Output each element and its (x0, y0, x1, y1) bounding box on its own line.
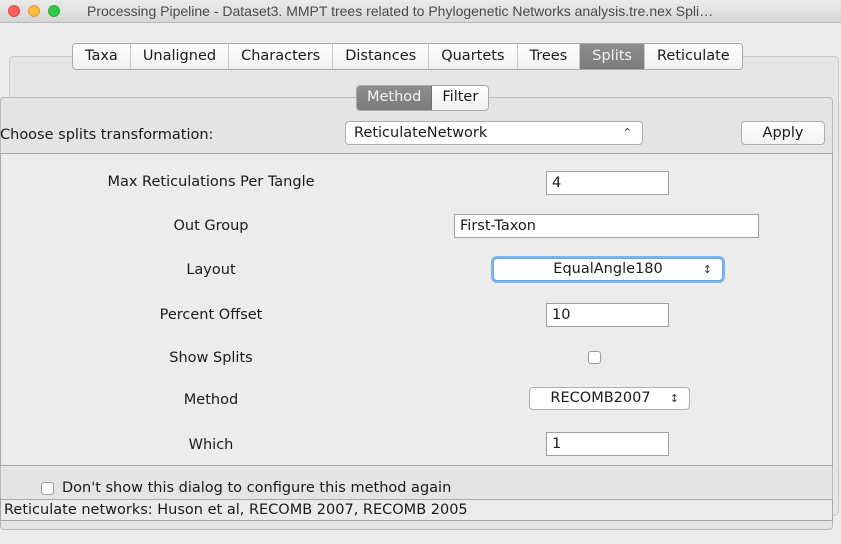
tab-filter[interactable]: Filter (432, 86, 489, 110)
transformation-select[interactable]: ReticulateNetwork ⌃ (345, 121, 643, 145)
title-bar: Processing Pipeline - Dataset3. MMPT tre… (0, 0, 841, 23)
tab-unaligned[interactable]: Unaligned (130, 44, 230, 69)
which-field[interactable]: 1 (546, 432, 669, 456)
tab-splits[interactable]: Splits (580, 44, 645, 69)
updown-arrows-icon: ⌃ (622, 126, 632, 139)
max-reticulations-field[interactable]: 4 (546, 171, 669, 195)
parameters-panel: Max Reticulations Per Tangle 4 Out Group… (0, 153, 833, 466)
method-label: Method (183, 392, 239, 408)
close-window-button[interactable] (8, 5, 20, 17)
show-splits-label: Show Splits (169, 350, 253, 366)
apply-button[interactable]: Apply (741, 121, 825, 145)
minimize-window-button[interactable] (28, 5, 40, 17)
method-description: Reticulate networks: Huson et al, RECOMB… (0, 499, 833, 521)
layout-select[interactable]: EqualAngle180 ↕ (493, 258, 723, 281)
tab-quartets[interactable]: Quartets (429, 44, 518, 69)
layout-label: Layout (186, 262, 236, 278)
method-select-value: RECOMB2007 (550, 390, 651, 406)
tab-reticulate[interactable]: Reticulate (644, 44, 742, 69)
tab-trees[interactable]: Trees (517, 44, 581, 69)
updown-arrows-icon: ↕ (702, 263, 712, 276)
which-label: Which (188, 437, 234, 453)
tab-characters[interactable]: Characters (229, 44, 334, 69)
tab-taxa[interactable]: Taxa (73, 44, 131, 69)
window-title: Processing Pipeline - Dataset3. MMPT tre… (87, 3, 714, 19)
transformation-label: Choose splits transformation: (0, 127, 214, 143)
zoom-window-button[interactable] (48, 5, 60, 17)
method-select[interactable]: RECOMB2007 ↕ (529, 387, 690, 410)
percent-offset-field[interactable]: 10 (546, 303, 669, 327)
updown-arrows-icon: ↕ (669, 392, 679, 405)
main-tab-bar: Taxa Unaligned Characters Distances Quar… (72, 43, 743, 70)
dont-show-checkbox[interactable] (41, 482, 54, 495)
layout-select-value: EqualAngle180 (553, 261, 663, 277)
show-splits-checkbox[interactable] (588, 351, 601, 364)
tab-distances[interactable]: Distances (333, 44, 430, 69)
out-group-field[interactable]: First-Taxon (454, 214, 759, 238)
out-group-label: Out Group (173, 218, 249, 234)
transformation-select-value: ReticulateNetwork (354, 125, 488, 141)
dont-show-label: Don't show this dialog to configure this… (62, 480, 452, 496)
sub-tab-bar: Method Filter (356, 85, 490, 111)
percent-offset-label: Percent Offset (159, 307, 263, 323)
max-reticulations-label: Max Reticulations Per Tangle (107, 174, 315, 190)
tab-method[interactable]: Method (357, 86, 433, 110)
